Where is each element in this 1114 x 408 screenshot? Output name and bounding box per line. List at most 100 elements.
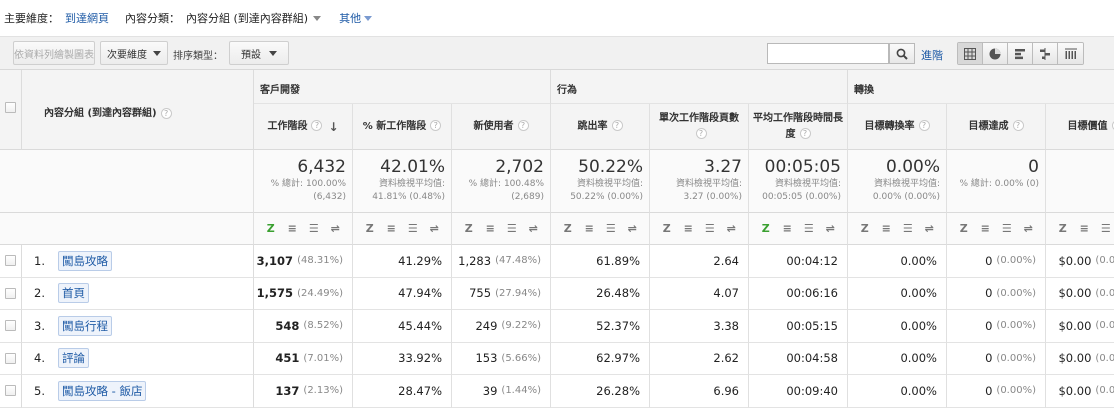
totals-cell: 0.00%資料檢視平均值:0.00% (0.00%) (848, 150, 947, 213)
sparkline-icon[interactable]: Z (858, 222, 872, 236)
comparison-view-button[interactable] (1033, 43, 1058, 64)
sparkline-icon[interactable]: Z (363, 222, 377, 236)
metric-percent: (0.00%) (996, 385, 1036, 396)
metric-cell: $0.00(0.00%) (1046, 375, 1114, 408)
sort-type-select[interactable]: 預設 (229, 41, 289, 65)
bar-icon[interactable]: ≡ (582, 222, 596, 236)
metric-cell: 1,575(24.49%) (254, 278, 353, 311)
column-view-options: Z ≡ ☰ ⇌ (353, 213, 452, 245)
row-checkbox[interactable] (5, 320, 16, 331)
metric-cell: 6.96 (650, 375, 749, 408)
list-icon[interactable]: ☰ (901, 222, 915, 236)
compare-icon[interactable]: ⇌ (724, 222, 738, 236)
bar-icon[interactable]: ≡ (879, 222, 893, 236)
bar-icon[interactable]: ≡ (1077, 222, 1091, 236)
compare-icon[interactable]: ⇌ (526, 222, 540, 236)
list-icon[interactable]: ☰ (604, 222, 618, 236)
plot-rows-button[interactable]: 依資料列繪製圖表 (13, 41, 95, 65)
row-checkbox[interactable] (5, 255, 16, 266)
metric-column-header[interactable]: 單次工作階段頁數? (650, 104, 749, 150)
metric-column-header[interactable]: 平均工作階段時間長度? (749, 104, 848, 150)
metric-column-header[interactable]: 目標達成? (947, 104, 1046, 150)
content-group-link[interactable]: 評論 (58, 348, 89, 368)
metric-cell: 28.47% (353, 375, 452, 408)
row-checkbox[interactable] (5, 385, 16, 396)
sparkline-icon[interactable]: Z (957, 222, 971, 236)
content-group-link[interactable]: 闖島攻略 (58, 251, 112, 271)
metric-column-header[interactable]: % 新工作階段? (353, 104, 452, 150)
table-view-button[interactable] (958, 43, 983, 64)
list-icon[interactable]: ☰ (703, 222, 717, 236)
compare-icon[interactable]: ⇌ (427, 222, 441, 236)
bar-icon[interactable]: ≡ (384, 222, 398, 236)
list-icon[interactable]: ☰ (1000, 222, 1014, 236)
compare-icon[interactable]: ⇌ (625, 222, 639, 236)
help-icon[interactable]: ? (1013, 120, 1024, 131)
total-value: 6,432 (254, 156, 346, 178)
sparkline-icon[interactable]: Z (759, 222, 773, 236)
total-value: 00:05:05 (749, 156, 841, 178)
table-search-input[interactable] (767, 43, 889, 64)
dimension-header-label: 內容分組 (到達內容群組) (44, 108, 157, 119)
help-icon[interactable]: ? (919, 120, 930, 131)
list-icon[interactable]: ☰ (505, 222, 519, 236)
row-checkbox[interactable] (5, 288, 16, 299)
metric-percent: (24.49%) (297, 288, 343, 299)
metric-column-header[interactable]: 跳出率? (551, 104, 650, 150)
dimension-column-header[interactable]: 內容分組 (到達內容群組)? (22, 70, 254, 150)
content-group-link[interactable]: 首頁 (58, 283, 89, 303)
metric-percent: (1.44%) (501, 385, 541, 396)
help-icon[interactable]: ? (612, 120, 623, 131)
help-icon[interactable]: ? (430, 120, 441, 131)
chevron-down-icon[interactable] (364, 16, 372, 21)
bar-icon[interactable]: ≡ (978, 222, 992, 236)
metric-column-header[interactable]: 新使用者? (452, 104, 551, 150)
term-cloud-view-button[interactable] (1058, 43, 1083, 64)
row-checkbox-cell (0, 375, 22, 408)
help-icon[interactable]: ? (696, 128, 707, 139)
list-icon[interactable]: ☰ (1099, 222, 1113, 236)
search-icon (896, 48, 908, 60)
compare-icon[interactable]: ⇌ (1021, 222, 1035, 236)
search-button[interactable] (889, 43, 915, 64)
metric-column-header[interactable]: 目標價值? (1046, 104, 1114, 150)
bar-icon[interactable]: ≡ (780, 222, 794, 236)
select-all-checkbox[interactable] (5, 102, 16, 113)
secondary-dimension-button[interactable]: 次要維度 (100, 41, 168, 65)
metric-column-header[interactable]: 目標轉換率? (848, 104, 947, 150)
list-icon[interactable]: ☰ (406, 222, 420, 236)
help-icon[interactable]: ? (311, 120, 322, 131)
sparkline-icon[interactable]: Z (1056, 222, 1070, 236)
list-icon[interactable]: ☰ (307, 222, 321, 236)
help-icon[interactable]: ? (518, 120, 529, 131)
sort-descending-icon[interactable]: ↓ (328, 119, 338, 135)
help-icon[interactable]: ? (800, 128, 811, 139)
other-dimensions-link[interactable]: 其他 (339, 10, 361, 26)
chevron-down-icon[interactable] (313, 16, 321, 21)
sparkline-icon[interactable]: Z (660, 222, 674, 236)
bar-icon[interactable]: ≡ (681, 222, 695, 236)
content-group-link[interactable]: 闖島攻略 - 飯店 (58, 381, 146, 401)
compare-icon[interactable]: ⇌ (328, 222, 342, 236)
total-value: 50.22% (551, 156, 643, 178)
bar-icon[interactable]: ≡ (483, 222, 497, 236)
help-icon[interactable]: ? (161, 108, 172, 119)
bar-icon[interactable]: ≡ (285, 222, 299, 236)
compare-icon[interactable]: ⇌ (922, 222, 936, 236)
sparkline-icon[interactable]: Z (462, 222, 476, 236)
pie-view-button[interactable] (983, 43, 1008, 64)
metric-cell: 26.48% (551, 278, 650, 311)
metric-cell: 00:06:16 (749, 278, 848, 311)
advanced-filter-link[interactable]: 進階 (921, 47, 943, 63)
sparkline-icon[interactable]: Z (264, 222, 278, 236)
compare-icon[interactable]: ⇌ (823, 222, 837, 236)
content-grouping-selector[interactable]: 內容分組 (到達內容群組) (186, 10, 308, 26)
row-checkbox[interactable] (5, 353, 16, 364)
view-switcher (957, 42, 1084, 65)
list-icon[interactable]: ☰ (802, 222, 816, 236)
primary-dimension-landing-page-link[interactable]: 到達網頁 (65, 10, 109, 26)
content-group-link[interactable]: 闖島行程 (58, 316, 112, 336)
performance-view-button[interactable] (1008, 43, 1033, 64)
sparkline-icon[interactable]: Z (561, 222, 575, 236)
metric-column-header[interactable]: 工作階段?↓ (254, 104, 353, 150)
